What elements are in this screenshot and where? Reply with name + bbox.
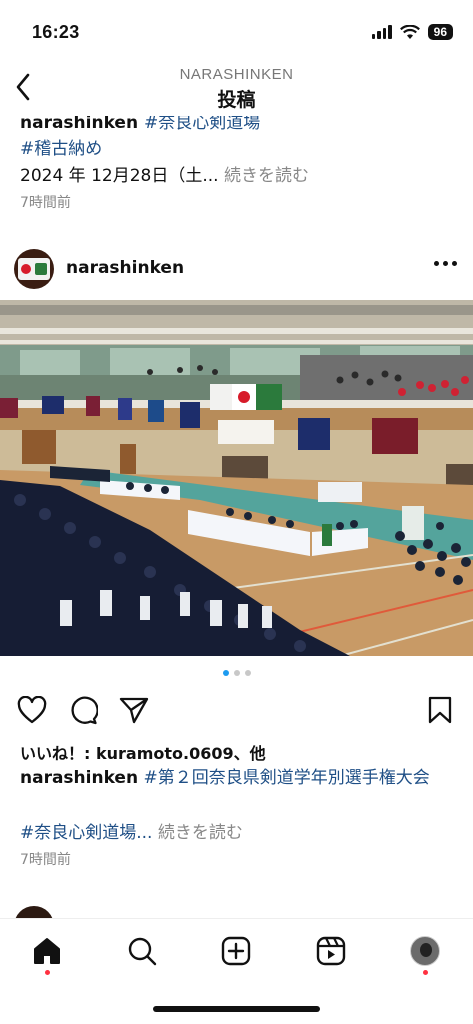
likes-prefix: いいね！: — [20, 744, 96, 763]
caption-username[interactable]: narashinken — [20, 768, 138, 788]
post-caption: narashinken #第２回奈良県剣道学年別選手権大会 — [20, 766, 460, 790]
previous-caption-hashtag[interactable]: #奈良心剣道場 — [144, 116, 260, 133]
carousel-dot-active — [222, 670, 229, 676]
avatar[interactable] — [14, 249, 54, 289]
likes-user[interactable]: kuramoto.0609 — [96, 744, 234, 763]
previous-caption-text: 2024 年 12月28日（土... 続きを読む — [20, 161, 309, 186]
home-notification-dot — [45, 970, 50, 975]
tab-create[interactable] — [218, 933, 254, 969]
wifi-icon — [399, 24, 420, 39]
nav-header: NARASHINKEN 投稿 — [0, 56, 473, 116]
tab-reels[interactable] — [313, 933, 349, 969]
caption-hashtag-2[interactable]: #奈良心剣道場... — [20, 823, 152, 843]
page-title: 投稿 — [217, 89, 256, 111]
previous-caption-user[interactable]: narashinken — [20, 116, 144, 133]
tab-home[interactable] — [29, 933, 65, 969]
tab-search[interactable] — [124, 933, 160, 969]
comment-icon — [71, 696, 98, 725]
previous-hashtag-link[interactable]: #稽古納め — [20, 134, 102, 159]
likes-summary[interactable]: いいね！: kuramoto.0609、他 — [20, 740, 266, 764]
caption-second-line: #奈良心剣道場... 続きを読む — [20, 818, 243, 843]
previous-post-time: 7時間前 — [20, 195, 71, 211]
more-options-button[interactable] — [434, 261, 457, 266]
home-icon — [34, 938, 60, 964]
profile-notification-dot — [423, 970, 428, 975]
previous-caption-clipped: narashinken #奈良心剣道場 — [20, 116, 260, 133]
cellular-signal-icon — [371, 25, 392, 39]
post-actions — [0, 690, 473, 730]
home-indicator — [153, 1006, 320, 1012]
post-time: 7時間前 — [20, 852, 71, 868]
profile-avatar — [410, 936, 440, 966]
send-icon — [119, 697, 149, 724]
like-button[interactable] — [16, 694, 48, 726]
previous-read-more-link[interactable]: 続きを読む — [224, 166, 309, 186]
reels-icon — [316, 936, 346, 966]
comment-button[interactable] — [67, 694, 99, 726]
tab-profile[interactable] — [407, 933, 443, 969]
carousel-dot — [244, 670, 251, 676]
previous-post-caption: narashinken #奈良心剣道場 #稽古納め 2024 年 12月28日（… — [0, 116, 473, 216]
bookmark-icon — [428, 696, 452, 724]
likes-suffix: 、他 — [233, 744, 266, 763]
battery-indicator: 96 — [427, 24, 453, 40]
read-more-link[interactable]: 続きを読む — [158, 823, 243, 843]
post-photo — [0, 300, 473, 656]
add-post-icon — [221, 936, 251, 966]
post-header: narashinken — [0, 245, 473, 293]
account-name: NARASHINKEN — [179, 66, 294, 83]
previous-caption-date: 2024 年 12月28日（土... — [20, 166, 219, 186]
save-button[interactable] — [424, 694, 456, 726]
status-bar: 16:23 96 — [0, 0, 473, 56]
status-time: 16:23 — [32, 22, 80, 42]
carousel-dot — [233, 670, 240, 676]
search-icon — [128, 937, 157, 966]
heart-icon — [17, 696, 47, 724]
post-image[interactable] — [0, 300, 473, 656]
caption-hashtag[interactable]: #第２回奈良県剣道学年別選手権大会 — [138, 768, 429, 788]
share-button[interactable] — [118, 694, 150, 726]
post-username[interactable]: narashinken — [66, 258, 184, 278]
status-icons: 96 — [371, 24, 453, 40]
carousel-indicator — [0, 670, 473, 676]
